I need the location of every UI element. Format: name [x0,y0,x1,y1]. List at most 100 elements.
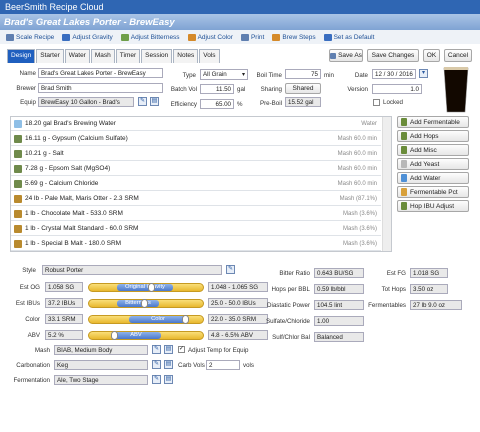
brewer-field[interactable]: Brad Smith [38,83,163,93]
efficiency-field[interactable]: 65.00 [200,99,234,109]
hops-icon [401,132,407,140]
stat-label: Color [25,316,40,323]
equip-edit-icon[interactable]: ✎ [138,97,147,106]
sharing-button[interactable]: Shared [285,83,321,94]
calendar-icon[interactable]: ▾ [419,69,428,78]
app-window: BeerSmith Recipe Cloud Brad's Great Lake… [0,0,480,432]
percent-icon [401,188,407,196]
equip-select-icon[interactable]: ▤ [150,97,159,106]
add-fermentable-button[interactable]: Add Fermentable [397,116,469,128]
default-icon [323,33,332,41]
ok-button[interactable]: OK [423,49,440,62]
boil-time-label: Boil Time [256,72,282,79]
grain-icon [14,194,22,203]
ingredient-row[interactable]: 1 lb - Crystal Malt Standard - 60.0 SRM M… [11,222,391,236]
tab-water[interactable]: Water [64,49,90,63]
ingredient-row[interactable]: 18.20 gal Brad's Brewing WaterWater≡ [11,117,391,131]
hops-per-bbl-value: 0.59 lb/bbl [314,284,364,294]
ferm-edit-icon[interactable]: ✎ [152,375,161,384]
ingredient-row[interactable]: 1 lb - Special B Malt - 180.0 SRM Mash (3… [11,237,391,251]
carbonation-field: Keg [54,360,148,370]
save-changes-button[interactable]: Save Changes [367,49,419,62]
type-select[interactable]: All Grain [200,69,248,80]
fermentable-pct-button[interactable]: Fermentable Pct [397,186,469,198]
tab-mash[interactable]: Mash [90,49,115,63]
tab-session[interactable]: Session [141,49,173,63]
batch-volume-field[interactable]: 11.50 [200,84,234,94]
recipe-title: Brad's Great Lakes Porter - BrewEasy [4,17,175,28]
adjust-color-button[interactable]: Adjust Color [187,33,233,41]
bitter-ratio-value: 0.643 BU/SG [314,268,364,278]
tab-notes[interactable]: Notes [173,49,199,63]
water-icon [14,119,22,128]
tab-starter[interactable]: Starter [36,49,64,63]
add-yeast-button[interactable]: Add Yeast [397,158,469,170]
misc-icon [14,134,22,143]
style-select-icon[interactable]: ✎ [226,265,235,274]
adjust-temp-label: Adjust Temp for Equip [188,347,249,354]
tot-hops-value: 3.50 oz [410,284,448,294]
tab-vols[interactable]: Vols [199,49,220,63]
est-fg-value: 1.018 SG [410,268,448,278]
ingredient-row[interactable]: 10.21 g - SaltMash 60.0 min≡ [11,147,391,161]
locked-checkbox[interactable] [373,99,380,106]
ferm-select-icon[interactable]: ▤ [164,375,173,384]
diastatic-power-value: 104.5 lint [314,300,364,310]
version-field[interactable]: 1.0 [372,84,422,94]
carb-select-icon[interactable]: ▤ [164,360,173,369]
add-water-button[interactable]: Add Water [397,172,469,184]
preboil-label: Pre-Boil [259,100,282,107]
adjust-bitterness-button[interactable]: Adjust Bitterness [120,33,180,41]
grain-icon [14,209,22,218]
hops-icon [401,202,407,210]
boil-time-unit: min [324,72,334,79]
add-hops-button[interactable]: Add Hops [397,130,469,142]
adjust-temp-checkbox[interactable]: ✓ [178,346,185,353]
app-title-bar: BeerSmith Recipe Cloud [0,0,480,14]
ingredient-scrollbar[interactable] [382,117,391,251]
boil-time-field[interactable]: 75 [285,69,321,79]
steps-icon [272,33,281,41]
abv-gauge-knob [111,331,119,340]
save-as-button[interactable]: Save As [329,49,363,62]
set-default-button[interactable]: Set as Default [323,33,374,41]
hops-per-bbl-label: Hops per BBL [271,286,310,293]
color-gauge: Color [88,315,204,324]
adjust-gravity-button[interactable]: Adjust Gravity [62,33,113,41]
yeast-icon [401,160,407,168]
tab-design[interactable]: Design [7,49,36,63]
equip-label: Equip [20,99,36,106]
date-field[interactable]: 12 / 30 / 2016 [372,69,416,79]
hop-ibu-adjust-button[interactable]: Hop IBU Adjust [397,200,469,212]
ingredient-row[interactable]: 24 lb - Pale Malt, Maris Otter - 2.3 SRM… [11,192,391,206]
mash-edit-icon[interactable]: ✎ [152,345,161,354]
batch-label: Batch Vol [170,86,197,93]
misc-icon [14,179,22,188]
sharing-label: Sharing [260,86,282,93]
diastatic-power-label: Diastatic Power [267,302,310,309]
ingredient-row[interactable]: 16.11 g - Gypsum (Calcium Sulfate) Mash 6… [11,132,391,146]
date-label: Date [354,72,368,79]
recipe-name-field[interactable]: Brad's Great Lakes Porter - BrewEasy [38,68,163,78]
ingredient-row[interactable]: 1 lb - Chocolate Malt - 533.0 SRM Mash (3… [11,207,391,221]
ingredient-row[interactable]: 7.28 g - Epsom Salt (MgSO4) Mash 60.0 min… [11,162,391,176]
tot-hops-label: Tot Hops [381,286,406,293]
efficiency-unit: % [237,101,243,108]
carb-edit-icon[interactable]: ✎ [152,360,161,369]
color-range: 22.0 - 35.0 SRM [208,314,268,324]
ingredient-row[interactable]: 5.69 g - Calcium ChlorideMash 60.0 min≡ [11,177,391,191]
est-fg-label: Est FG [386,270,406,277]
abv-range: 4.8 - 6.5% ABV [208,330,268,340]
tab-timer[interactable]: Timer [115,49,141,63]
ibu-range: 25.0 - 50.0 IBUs [208,298,268,308]
recipe-title-bar: Brad's Great Lakes Porter - BrewEasy [0,14,480,30]
carb-vols-field[interactable]: 2 [206,360,240,370]
mash-select-icon[interactable]: ▤ [164,345,173,354]
scale-recipe-button[interactable]: Scale Recipe [6,33,54,41]
save-icon [330,52,337,59]
cancel-button[interactable]: Cancel [444,49,472,62]
brew-steps-button[interactable]: Brew Steps [272,33,316,41]
print-button[interactable]: Print [240,33,264,41]
add-misc-button[interactable]: Add Misc [397,144,469,156]
grain-icon [14,224,22,233]
